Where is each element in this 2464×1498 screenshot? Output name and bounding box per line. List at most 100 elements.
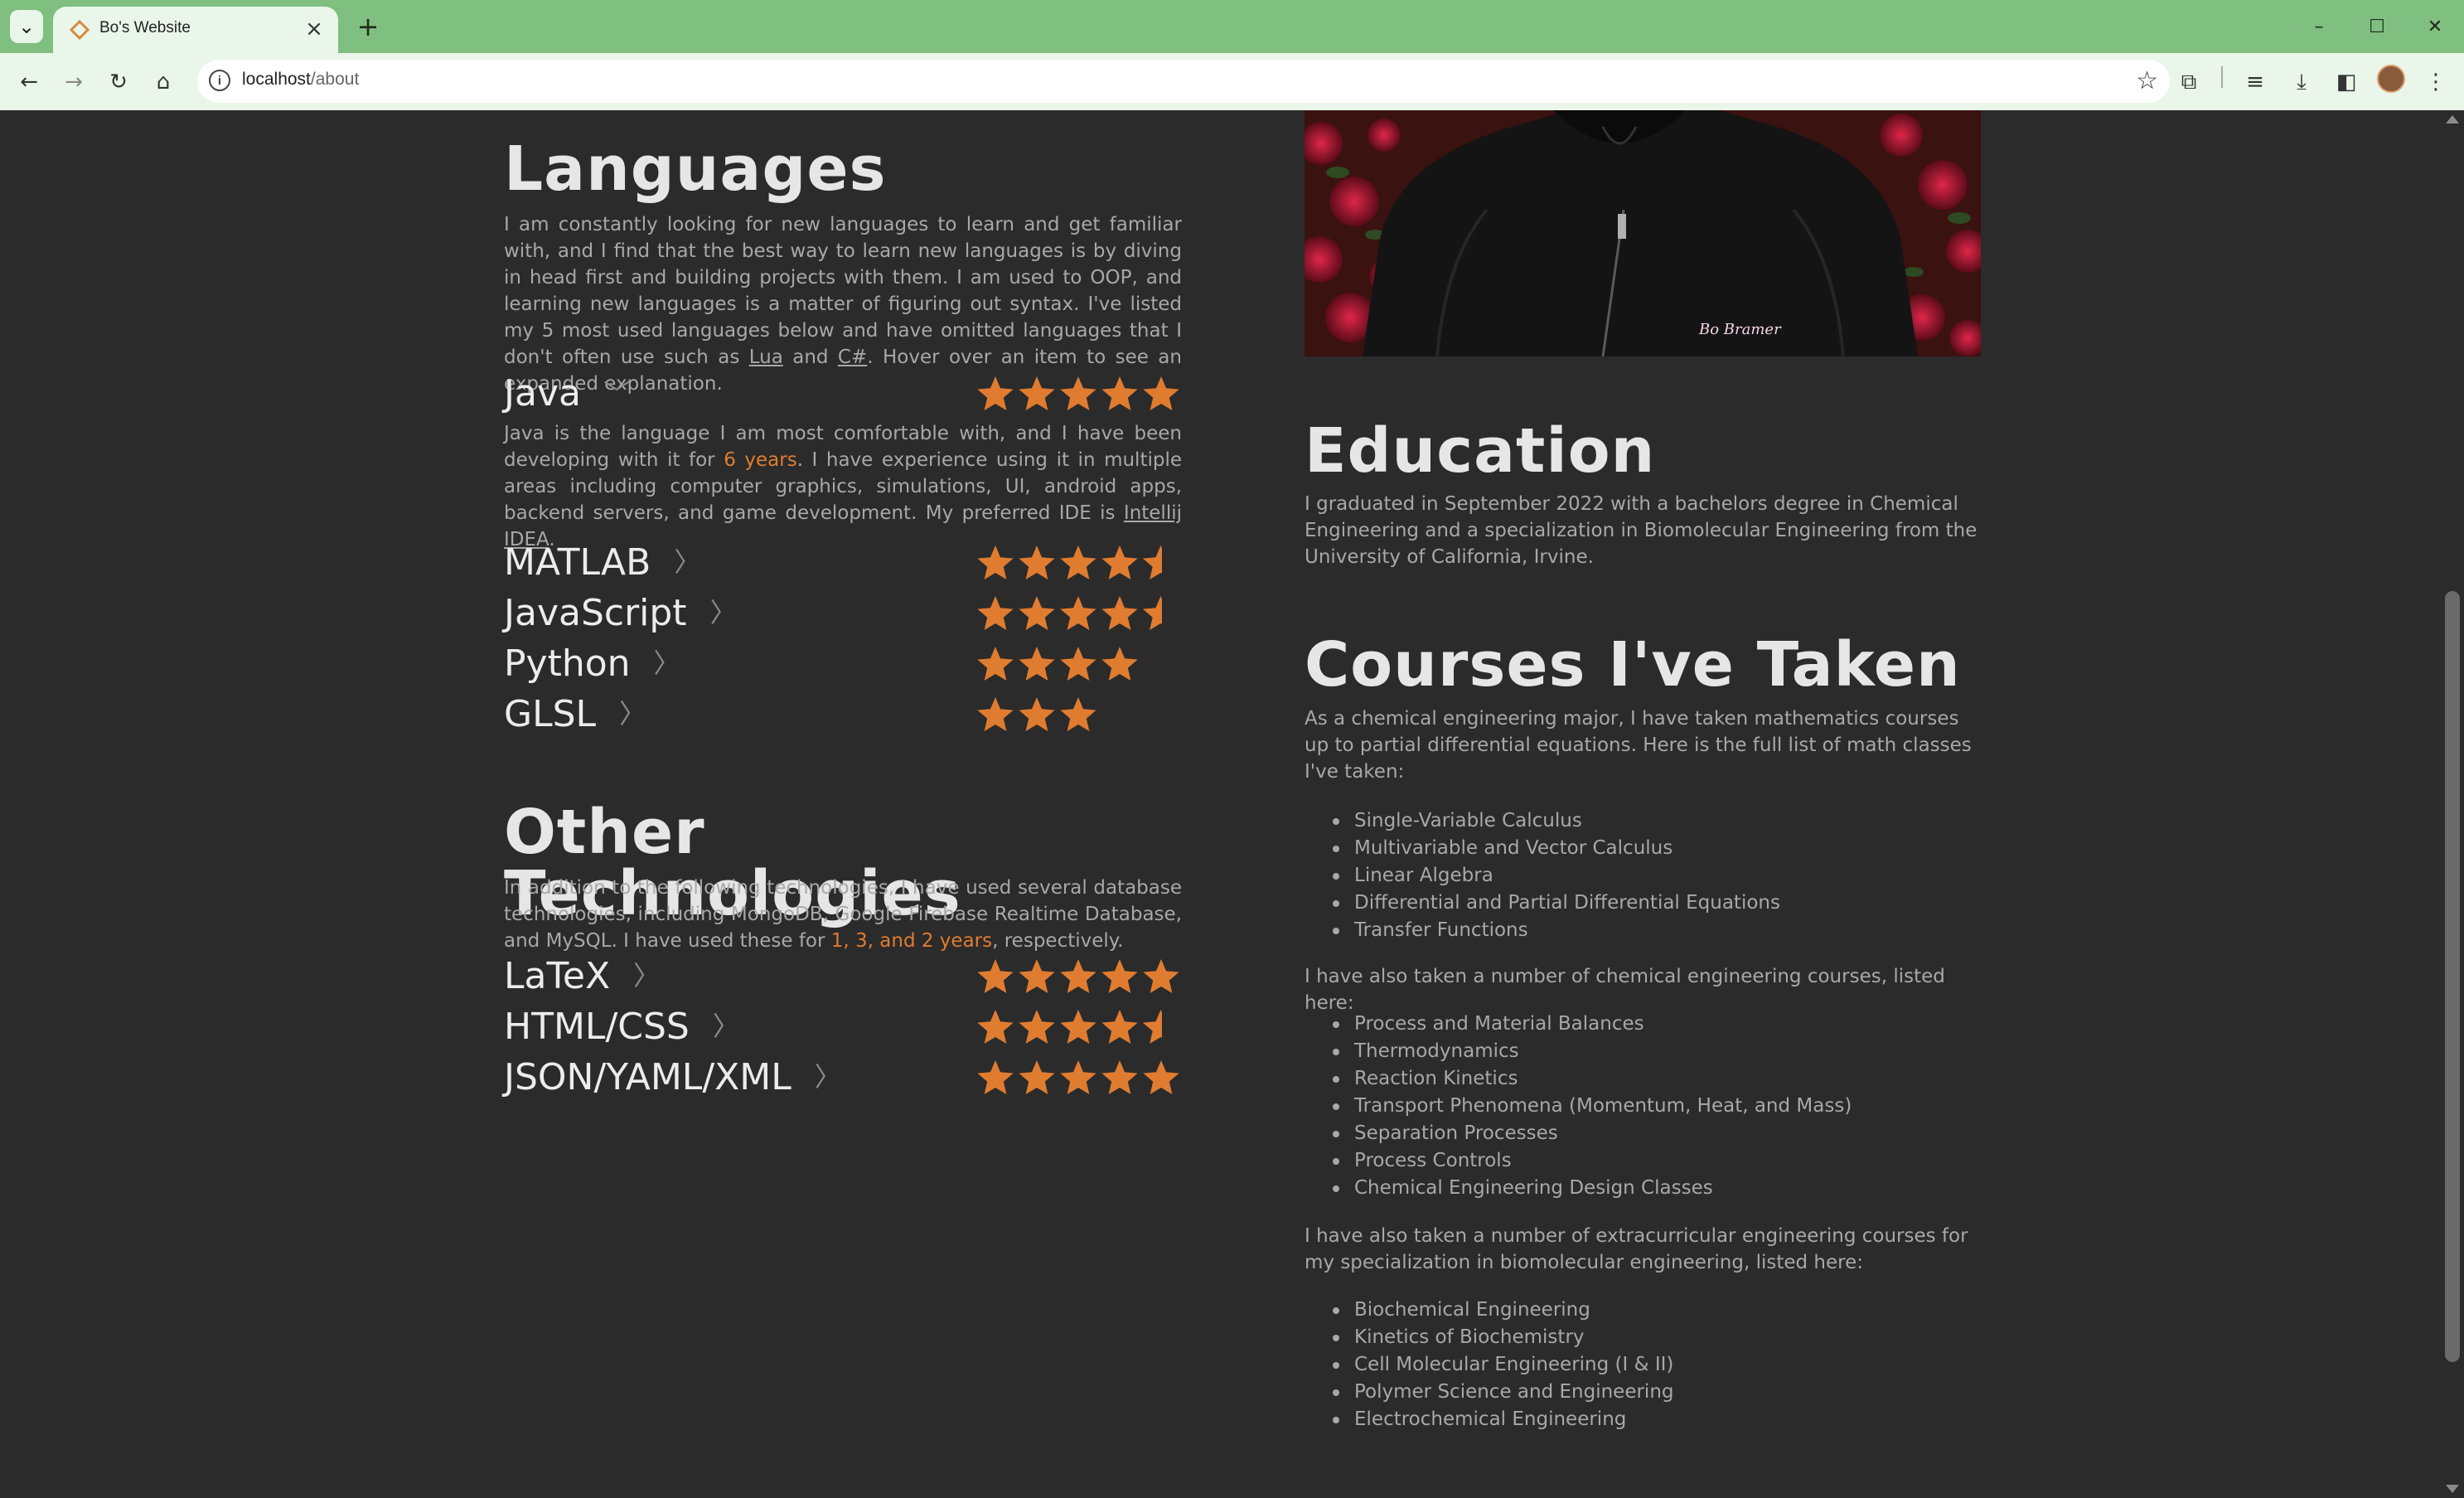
skill-latex[interactable]: LaTeX 〉 — [504, 953, 1182, 1000]
bio-intro: I have also taken a number of extracurri… — [1305, 1225, 1968, 1273]
star-icon — [1101, 1060, 1138, 1094]
chevron-right-icon[interactable]: 〉 — [710, 591, 737, 634]
home-icon[interactable]: ⌂ — [146, 65, 181, 99]
course-item: Single-Variable Calculus — [1333, 807, 2031, 835]
course-item: Cell Molecular Engineering (I & II) — [1333, 1351, 2031, 1379]
scrollbar-thumb[interactable] — [2445, 591, 2460, 1362]
maximize-icon[interactable]: ☐ — [2349, 7, 2405, 46]
star-icon — [1143, 376, 1179, 410]
star-rating — [975, 957, 1182, 996]
scroll-up-arrow[interactable] — [2446, 115, 2459, 124]
star-icon — [1019, 697, 1055, 731]
scroll-down-arrow[interactable] — [2446, 1485, 2459, 1493]
browser-toolbar: ← → ↻ ⌂ i localhost/about ☆ ⧉ ≡ ⤓ ◧ ⋮ — [0, 53, 2464, 110]
chevron-right-icon[interactable]: 〉 — [633, 954, 660, 997]
new-tab-button[interactable]: + — [351, 10, 385, 43]
star-icon — [977, 647, 1014, 681]
half-star-icon — [1142, 545, 1162, 579]
tab-search-chevron-icon[interactable]: ⌄ — [10, 10, 43, 43]
education-text: I graduated in September 2022 with a bac… — [1305, 493, 1977, 568]
browser-tab[interactable]: Bo's Website × — [53, 7, 338, 53]
course-item: Reaction Kinetics — [1333, 1065, 2031, 1093]
favicon-icon — [70, 20, 90, 40]
chevron-right-icon[interactable]: 〉 — [654, 642, 680, 685]
star-icon — [1101, 376, 1138, 410]
star-icon — [1101, 959, 1138, 993]
skill-html-css[interactable]: HTML/CSS 〉 — [504, 1004, 1182, 1050]
page-content: Languages I am constantly looking for ne… — [0, 110, 2440, 1498]
skill-name: JSON/YAML/XML — [504, 1056, 791, 1098]
menu-icon[interactable]: ⋮ — [2418, 65, 2453, 99]
skill-name: MATLAB — [504, 541, 651, 584]
lua-link[interactable]: Lua — [749, 347, 783, 368]
star-icon — [977, 545, 1014, 579]
forward-icon[interactable]: → — [56, 65, 91, 99]
side-panel-icon[interactable]: ◧ — [2329, 65, 2364, 99]
csharp-link[interactable]: C# — [838, 347, 867, 368]
profile-avatar[interactable] — [2377, 65, 2405, 93]
chevron-right-icon[interactable]: 〉 — [815, 1055, 841, 1098]
close-window-icon[interactable]: ✕ — [2407, 7, 2463, 46]
chevron-down-icon[interactable]: 〉 — [594, 380, 637, 406]
star-icon — [1019, 1060, 1055, 1094]
address-bar[interactable]: i localhost/about ☆ — [197, 60, 2170, 103]
star-icon — [977, 959, 1014, 993]
course-item: Multivariable and Vector Calculus — [1333, 835, 2031, 862]
chem-course-list: Process and Material Balances Thermodynam… — [1305, 1011, 2031, 1202]
course-item: Chemical Engineering Design Classes — [1333, 1175, 2031, 1202]
star-icon — [977, 376, 1014, 410]
course-item: Kinetics of Biochemistry — [1333, 1324, 2031, 1351]
course-item: Transport Phenomena (Momentum, Heat, and… — [1333, 1093, 2031, 1120]
skill-json-yaml-xml[interactable]: JSON/YAML/XML 〉 — [504, 1054, 1182, 1101]
other-intro: In addition to the following technologie… — [504, 877, 1182, 952]
star-icon — [1019, 596, 1055, 630]
skill-javascript[interactable]: JavaScript 〉 — [504, 590, 1182, 637]
chevron-right-icon[interactable]: 〉 — [619, 692, 646, 735]
star-icon — [1019, 647, 1055, 681]
star-icon — [977, 697, 1014, 731]
star-icon — [1060, 1010, 1096, 1044]
star-icon — [1019, 376, 1055, 410]
back-icon[interactable]: ← — [12, 65, 46, 99]
tab-close-icon[interactable]: × — [300, 15, 328, 43]
star-icon — [1060, 959, 1096, 993]
star-icon — [1019, 545, 1055, 579]
course-item: Polymer Science and Engineering — [1333, 1379, 2031, 1406]
course-item: Transfer Functions — [1333, 917, 2031, 944]
star-icon — [977, 1060, 1014, 1094]
star-icon — [1019, 1010, 1055, 1044]
minimize-icon[interactable]: – — [2291, 7, 2347, 46]
site-info-icon[interactable]: i — [209, 70, 230, 91]
star-rating — [975, 1007, 1162, 1047]
star-icon — [977, 596, 1014, 630]
star-rating — [975, 594, 1162, 633]
chevron-right-icon[interactable]: 〉 — [713, 1005, 739, 1048]
skill-java[interactable]: Java 〉 — [504, 371, 1182, 417]
extensions-icon[interactable]: ⧉ — [2171, 65, 2206, 99]
star-rating — [975, 695, 1099, 734]
chevron-right-icon[interactable]: 〉 — [674, 541, 700, 584]
courses-heading: Courses I've Taken — [1305, 629, 1961, 701]
star-rating — [975, 374, 1182, 414]
url-text[interactable]: localhost/about — [242, 70, 359, 90]
media-control-icon[interactable]: ≡ — [2238, 65, 2273, 99]
course-item: Linear Algebra — [1333, 862, 2031, 890]
bookmark-star-icon[interactable]: ☆ — [2136, 66, 2158, 95]
scrollbar[interactable] — [2440, 110, 2464, 1498]
skill-glsl[interactable]: GLSL 〉 — [504, 691, 1182, 738]
star-rating — [975, 1058, 1182, 1098]
course-item: Thermodynamics — [1333, 1038, 2031, 1065]
reload-icon[interactable]: ↻ — [101, 65, 136, 99]
course-item: Process Controls — [1333, 1147, 2031, 1175]
star-icon — [1060, 376, 1096, 410]
star-rating — [975, 644, 1140, 684]
education-heading: Education — [1305, 415, 1656, 487]
star-icon — [1060, 647, 1096, 681]
skill-matlab[interactable]: MATLAB 〉 — [504, 540, 1182, 586]
download-icon[interactable]: ⤓ — [2284, 65, 2319, 99]
skill-name: GLSL — [504, 693, 597, 735]
skill-python[interactable]: Python 〉 — [504, 641, 1182, 687]
skill-name: Java — [504, 372, 581, 414]
skill-name: HTML/CSS — [504, 1006, 690, 1048]
skill-name: Python — [504, 642, 631, 685]
